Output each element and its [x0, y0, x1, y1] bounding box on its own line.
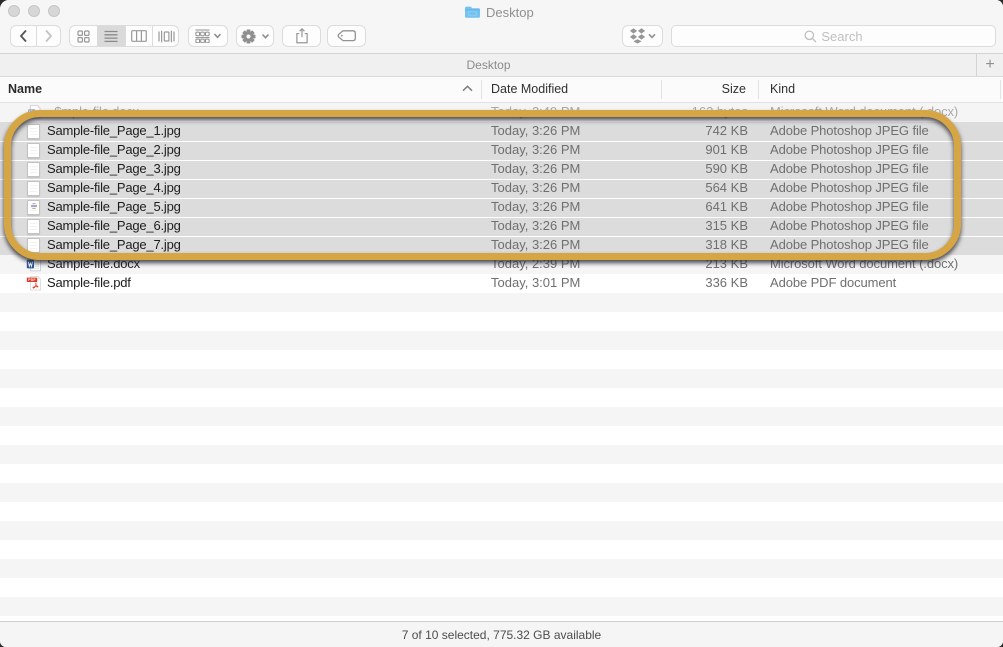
svg-text:PDF: PDF	[28, 278, 35, 282]
